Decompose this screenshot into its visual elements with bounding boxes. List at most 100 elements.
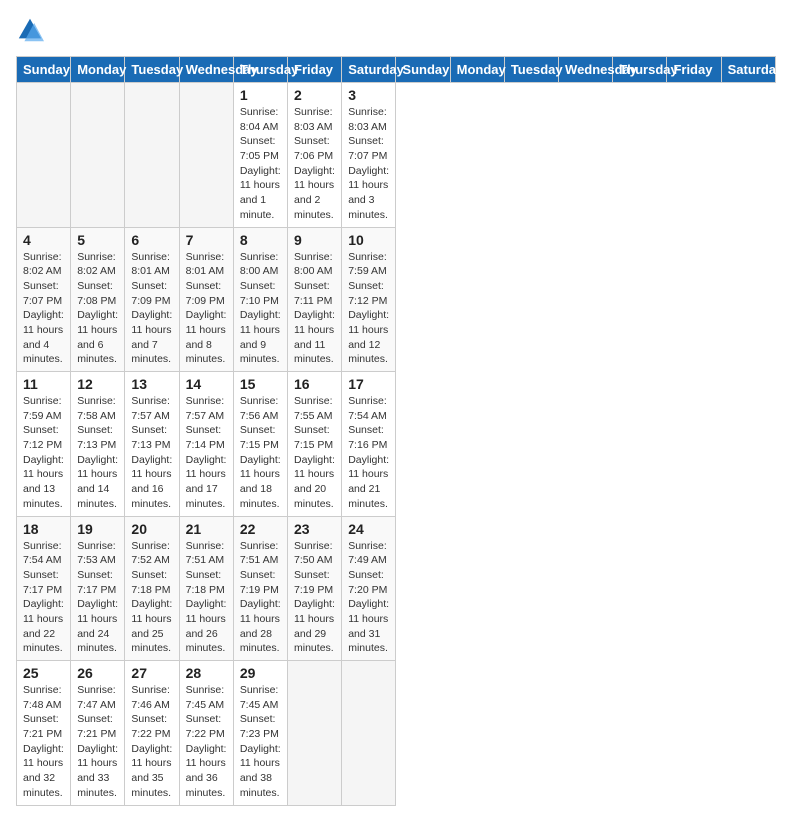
day-info: Sunrise: 7:51 AMSunset: 7:19 PMDaylight:… <box>240 539 281 657</box>
calendar-cell: 17 Sunrise: 7:54 AMSunset: 7:16 PMDayligh… <box>342 372 396 517</box>
calendar-cell: 7 Sunrise: 8:01 AMSunset: 7:09 PMDaylight… <box>179 227 233 372</box>
day-number: 2 <box>294 87 335 103</box>
day-number: 16 <box>294 376 335 392</box>
day-number: 18 <box>23 521 64 537</box>
calendar-cell: 19 Sunrise: 7:53 AMSunset: 7:17 PMDayligh… <box>71 516 125 661</box>
calendar-cell: 9 Sunrise: 8:00 AMSunset: 7:11 PMDaylight… <box>288 227 342 372</box>
day-info: Sunrise: 7:45 AMSunset: 7:22 PMDaylight:… <box>186 683 227 801</box>
calendar-cell: 10Sunrise: 7:59 AMSunset: 7:12 PMDayligh… <box>342 227 396 372</box>
col-header-sunday: Sunday <box>396 57 450 83</box>
day-info: Sunrise: 7:47 AMSunset: 7:21 PMDaylight:… <box>77 683 118 801</box>
logo <box>16 16 48 44</box>
col-header-wednesday: Wednesday <box>559 57 613 83</box>
day-number: 19 <box>77 521 118 537</box>
calendar-cell: 27 Sunrise: 7:46 AMSunset: 7:22 PMDayligh… <box>125 661 179 806</box>
col-header-monday: Monday <box>450 57 504 83</box>
calendar-cell: 15 Sunrise: 7:56 AMSunset: 7:15 PMDayligh… <box>233 372 287 517</box>
day-info: Sunrise: 8:02 AMSunset: 7:07 PMDaylight:… <box>23 250 64 368</box>
calendar-cell: 3Sunrise: 8:03 AMSunset: 7:07 PMDaylight… <box>342 83 396 228</box>
day-number: 4 <box>23 232 64 248</box>
day-number: 12 <box>77 376 118 392</box>
calendar-cell <box>342 661 396 806</box>
day-number: 17 <box>348 376 389 392</box>
day-info: Sunrise: 8:02 AMSunset: 7:08 PMDaylight:… <box>77 250 118 368</box>
day-number: 7 <box>186 232 227 248</box>
day-info: Sunrise: 7:54 AMSunset: 7:16 PMDaylight:… <box>348 394 389 512</box>
day-info: Sunrise: 7:57 AMSunset: 7:14 PMDaylight:… <box>186 394 227 512</box>
calendar-cell: 24 Sunrise: 7:49 AMSunset: 7:20 PMDayligh… <box>342 516 396 661</box>
calendar-cell <box>17 83 71 228</box>
day-number: 25 <box>23 665 64 681</box>
day-number: 13 <box>131 376 172 392</box>
calendar-cell <box>179 83 233 228</box>
calendar-cell <box>71 83 125 228</box>
day-info: Sunrise: 8:01 AMSunset: 7:09 PMDaylight:… <box>131 250 172 368</box>
day-number: 27 <box>131 665 172 681</box>
col-header-thursday: Thursday <box>233 57 287 83</box>
calendar-cell <box>288 661 342 806</box>
calendar-cell: 23Sunrise: 7:50 AMSunset: 7:19 PMDayligh… <box>288 516 342 661</box>
calendar-cell: 21 Sunrise: 7:51 AMSunset: 7:18 PMDayligh… <box>179 516 233 661</box>
day-number: 8 <box>240 232 281 248</box>
col-header-friday: Friday <box>288 57 342 83</box>
day-info: Sunrise: 7:53 AMSunset: 7:17 PMDaylight:… <box>77 539 118 657</box>
calendar-week-1: 1 Sunrise: 8:04 AMSunset: 7:05 PMDaylight… <box>17 83 776 228</box>
day-info: Sunrise: 7:46 AMSunset: 7:22 PMDaylight:… <box>131 683 172 801</box>
col-header-saturday: Saturday <box>721 57 775 83</box>
day-number: 11 <box>23 376 64 392</box>
day-info: Sunrise: 8:04 AMSunset: 7:05 PMDaylight:… <box>240 105 281 223</box>
calendar-cell: 5Sunrise: 8:02 AMSunset: 7:08 PMDaylight… <box>71 227 125 372</box>
calendar-cell: 12 Sunrise: 7:58 AMSunset: 7:13 PMDayligh… <box>71 372 125 517</box>
day-number: 26 <box>77 665 118 681</box>
col-header-saturday: Saturday <box>342 57 396 83</box>
day-info: Sunrise: 7:57 AMSunset: 7:13 PMDaylight:… <box>131 394 172 512</box>
calendar-cell: 8Sunrise: 8:00 AMSunset: 7:10 PMDaylight… <box>233 227 287 372</box>
day-number: 29 <box>240 665 281 681</box>
calendar-cell: 22Sunrise: 7:51 AMSunset: 7:19 PMDayligh… <box>233 516 287 661</box>
calendar-week-5: 25 Sunrise: 7:48 AMSunset: 7:21 PMDayligh… <box>17 661 776 806</box>
calendar-cell: 4 Sunrise: 8:02 AMSunset: 7:07 PMDaylight… <box>17 227 71 372</box>
day-number: 9 <box>294 232 335 248</box>
col-header-sunday: Sunday <box>17 57 71 83</box>
day-info: Sunrise: 7:51 AMSunset: 7:18 PMDaylight:… <box>186 539 227 657</box>
day-info: Sunrise: 7:54 AMSunset: 7:17 PMDaylight:… <box>23 539 64 657</box>
calendar-cell: 14 Sunrise: 7:57 AMSunset: 7:14 PMDayligh… <box>179 372 233 517</box>
calendar-table: SundayMondayTuesdayWednesdayThursdayFrid… <box>16 56 776 806</box>
day-number: 14 <box>186 376 227 392</box>
day-info: Sunrise: 8:03 AMSunset: 7:07 PMDaylight:… <box>348 105 389 223</box>
day-number: 21 <box>186 521 227 537</box>
day-number: 23 <box>294 521 335 537</box>
day-info: Sunrise: 7:56 AMSunset: 7:15 PMDaylight:… <box>240 394 281 512</box>
day-info: Sunrise: 7:58 AMSunset: 7:13 PMDaylight:… <box>77 394 118 512</box>
day-info: Sunrise: 7:48 AMSunset: 7:21 PMDaylight:… <box>23 683 64 801</box>
day-number: 15 <box>240 376 281 392</box>
calendar-cell: 26 Sunrise: 7:47 AMSunset: 7:21 PMDayligh… <box>71 661 125 806</box>
calendar-cell: 6 Sunrise: 8:01 AMSunset: 7:09 PMDaylight… <box>125 227 179 372</box>
calendar-week-2: 4 Sunrise: 8:02 AMSunset: 7:07 PMDaylight… <box>17 227 776 372</box>
day-info: Sunrise: 7:49 AMSunset: 7:20 PMDaylight:… <box>348 539 389 657</box>
col-header-tuesday: Tuesday <box>125 57 179 83</box>
logo-icon <box>16 16 44 44</box>
calendar-cell: 13 Sunrise: 7:57 AMSunset: 7:13 PMDayligh… <box>125 372 179 517</box>
day-number: 28 <box>186 665 227 681</box>
day-number: 1 <box>240 87 281 103</box>
day-info: Sunrise: 8:01 AMSunset: 7:09 PMDaylight:… <box>186 250 227 368</box>
calendar-cell <box>125 83 179 228</box>
col-header-wednesday: Wednesday <box>179 57 233 83</box>
col-header-tuesday: Tuesday <box>504 57 558 83</box>
calendar-cell: 18 Sunrise: 7:54 AMSunset: 7:17 PMDayligh… <box>17 516 71 661</box>
day-info: Sunrise: 8:00 AMSunset: 7:11 PMDaylight:… <box>294 250 335 368</box>
day-number: 10 <box>348 232 389 248</box>
calendar-week-4: 18 Sunrise: 7:54 AMSunset: 7:17 PMDayligh… <box>17 516 776 661</box>
day-info: Sunrise: 8:03 AMSunset: 7:06 PMDaylight:… <box>294 105 335 223</box>
day-number: 24 <box>348 521 389 537</box>
page-header <box>16 16 776 44</box>
calendar-cell: 11 Sunrise: 7:59 AMSunset: 7:12 PMDayligh… <box>17 372 71 517</box>
calendar-week-3: 11 Sunrise: 7:59 AMSunset: 7:12 PMDayligh… <box>17 372 776 517</box>
day-info: Sunrise: 7:52 AMSunset: 7:18 PMDaylight:… <box>131 539 172 657</box>
calendar-cell: 16Sunrise: 7:55 AMSunset: 7:15 PMDayligh… <box>288 372 342 517</box>
day-number: 20 <box>131 521 172 537</box>
calendar-cell: 1 Sunrise: 8:04 AMSunset: 7:05 PMDaylight… <box>233 83 287 228</box>
day-info: Sunrise: 7:59 AMSunset: 7:12 PMDaylight:… <box>23 394 64 512</box>
day-number: 6 <box>131 232 172 248</box>
